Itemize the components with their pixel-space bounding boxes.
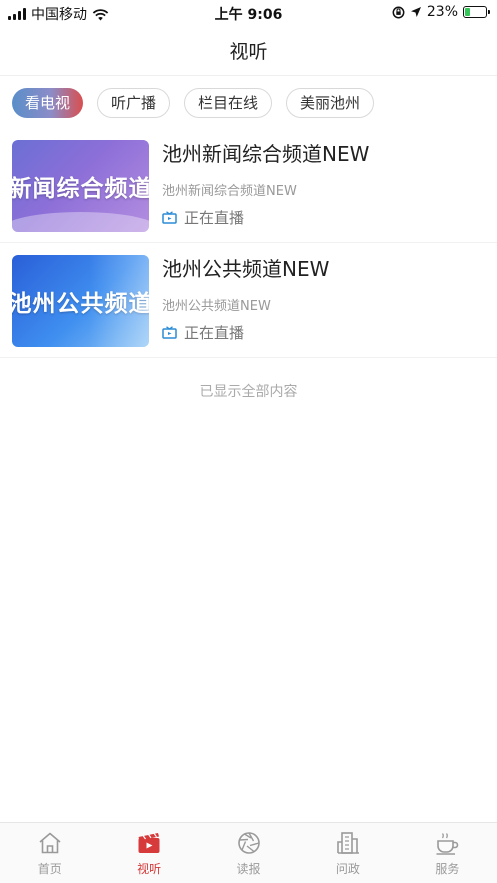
- channel-thumbnail[interactable]: 池州公共频道: [12, 255, 149, 347]
- end-of-list-note: 已显示全部内容: [199, 384, 298, 400]
- tabbar-item-newspaper[interactable]: 读报: [199, 823, 298, 883]
- coffee-cup-icon: [436, 833, 459, 855]
- building-icon: [337, 832, 359, 854]
- tab-listen-radio[interactable]: 听广播: [97, 88, 171, 118]
- tabbar-label: 首页: [37, 862, 62, 876]
- home-icon: [39, 832, 61, 854]
- status-right: 23%: [392, 4, 490, 20]
- tv-icon: [162, 326, 177, 339]
- bottom-tab-bar: 首页 视听 读报 问政 服务: [0, 822, 497, 883]
- tabbar-label: 问政: [335, 862, 360, 876]
- lock-rotation-icon: [392, 6, 405, 18]
- tabbar-label: 读报: [236, 862, 261, 876]
- tab-column-online[interactable]: 栏目在线: [184, 88, 273, 118]
- channel-item[interactable]: 新闻综合频道 池州新闻综合频道NEW 池州新闻综合频道NEW 正在直播: [0, 128, 497, 243]
- location-icon: [410, 7, 421, 17]
- tabbar-item-audiovisual[interactable]: 视听: [99, 823, 198, 883]
- video-clapper-icon: [138, 832, 160, 853]
- thumbnail-text: 新闻综合频道: [12, 176, 149, 202]
- battery-level: [465, 8, 470, 16]
- channel-subtitle: 池州新闻综合频道NEW: [162, 184, 297, 199]
- live-status-label: 正在直播: [184, 324, 245, 342]
- channel-subtitle: 池州公共频道NEW: [162, 299, 271, 314]
- channel-name[interactable]: 池州公共频道NEW: [162, 253, 487, 282]
- tabbar-item-services[interactable]: 服务: [398, 823, 497, 883]
- thumbnail-text: 池州公共频道: [12, 291, 149, 317]
- category-tabs: 看电视 听广播 栏目在线 美丽池州: [12, 88, 375, 118]
- channel-thumbnail[interactable]: 新闻综合频道: [12, 140, 149, 232]
- tabbar-label: 视听: [137, 862, 162, 876]
- tabbar-label: 服务: [435, 862, 460, 876]
- live-status-label: 正在直播: [184, 209, 245, 227]
- page-title: 视听: [229, 41, 268, 63]
- battery-icon: [463, 6, 490, 18]
- battery-percent: 23%: [426, 4, 458, 20]
- tab-watch-tv[interactable]: 看电视: [12, 88, 84, 118]
- live-status: 正在直播: [162, 322, 487, 343]
- channel-list: 新闻综合频道 池州新闻综合频道NEW 池州新闻综合频道NEW 正在直播 池州公共…: [0, 128, 497, 358]
- tabbar-item-home[interactable]: 首页: [0, 823, 99, 883]
- tab-beautiful-chizhou[interactable]: 美丽池州: [286, 88, 375, 118]
- tabbar-item-governance[interactable]: 问政: [298, 823, 397, 883]
- tv-icon: [162, 211, 177, 224]
- status-bar: 中国移动 上午 9:06 23%: [0, 0, 497, 26]
- channel-info: 池州公共频道NEW 池州公共频道NEW 正在直播: [162, 253, 487, 343]
- aperture-icon: [237, 832, 260, 854]
- channel-item[interactable]: 池州公共频道 池州公共频道NEW 池州公共频道NEW 正在直播: [0, 243, 497, 358]
- channel-name[interactable]: 池州新闻综合频道NEW: [162, 138, 487, 167]
- live-status: 正在直播: [162, 207, 487, 228]
- channel-info: 池州新闻综合频道NEW 池州新闻综合频道NEW 正在直播: [162, 138, 487, 228]
- nav-bar: 视听: [0, 26, 497, 76]
